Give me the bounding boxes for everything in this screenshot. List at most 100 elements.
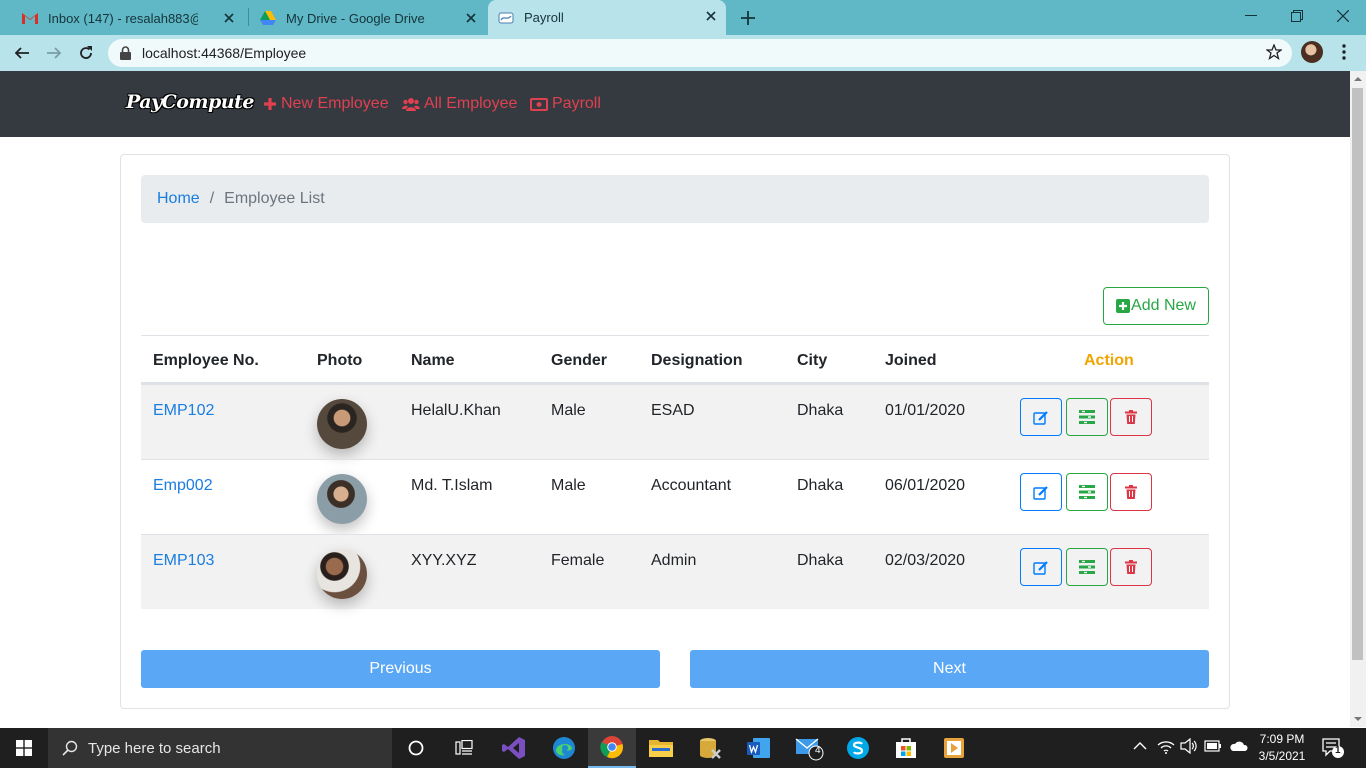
taskbar-word[interactable] xyxy=(735,728,783,768)
header-employee-no: Employee No. xyxy=(153,352,259,369)
employee-designation: ESAD xyxy=(651,402,695,419)
taskbar-visual-studio[interactable] xyxy=(490,728,538,768)
nav-payroll[interactable]: Payroll xyxy=(530,95,601,113)
header-name: Name xyxy=(411,352,455,369)
clock-time: 7:09 PM xyxy=(1259,732,1305,746)
browser-tab-strip: Inbox (147) - resalah883@gmail.c My Driv… xyxy=(0,0,1366,35)
tab-payroll[interactable]: Payroll xyxy=(488,0,726,35)
minimize-button[interactable] xyxy=(1228,0,1274,32)
header-city: City xyxy=(797,352,828,369)
tab-google-drive[interactable]: My Drive - Google Drive xyxy=(250,2,486,34)
edit-icon xyxy=(1033,560,1048,575)
browser-toolbar: localhost:44368/Employee xyxy=(0,35,1366,71)
scroll-down-icon[interactable] xyxy=(1353,715,1363,723)
mail-badge: 4 xyxy=(815,745,821,756)
back-arrow-icon xyxy=(14,47,29,59)
taskbar-skype[interactable] xyxy=(834,728,882,768)
gmail-icon xyxy=(22,13,38,24)
delete-button[interactable] xyxy=(1110,398,1152,436)
search-icon xyxy=(62,740,78,756)
profile-avatar[interactable] xyxy=(1301,41,1323,63)
detail-button[interactable] xyxy=(1066,473,1108,511)
payroll-favicon xyxy=(498,12,514,23)
forward-button[interactable] xyxy=(42,41,66,65)
lock-icon xyxy=(120,46,131,60)
windows-logo-icon xyxy=(16,740,32,756)
brand-logo[interactable]: PayCompute xyxy=(126,91,255,113)
chevron-up-icon[interactable] xyxy=(1133,741,1147,751)
close-tab-icon[interactable] xyxy=(704,9,718,23)
app-navbar: PayCompute New Employee All Employee Pay… xyxy=(0,71,1350,137)
list-detail-icon xyxy=(1079,560,1095,574)
reload-button[interactable] xyxy=(74,41,98,65)
employee-photo xyxy=(317,399,367,449)
task-view-button[interactable] xyxy=(440,728,488,768)
employee-designation: Accountant xyxy=(651,477,732,494)
taskbar-search-box[interactable]: Type here to search xyxy=(48,728,392,768)
tab-title: My Drive - Google Drive xyxy=(286,10,425,26)
breadcrumb-current: Employee List xyxy=(224,190,325,207)
url-text: localhost:44368/Employee xyxy=(142,45,307,61)
taskbar-clock[interactable]: 7:09 PM 3/5/2021 xyxy=(1254,731,1310,765)
taskbar-store[interactable] xyxy=(882,728,930,768)
employee-no-link[interactable]: EMP103 xyxy=(153,552,214,570)
tab-gmail[interactable]: Inbox (147) - resalah883@gmail.c xyxy=(12,2,244,34)
wifi-icon[interactable] xyxy=(1157,738,1175,754)
bookmark-star-icon[interactable] xyxy=(1266,44,1282,60)
users-icon xyxy=(402,97,420,111)
add-new-button[interactable]: Add New xyxy=(1103,287,1209,325)
browser-menu-icon[interactable] xyxy=(1340,42,1348,62)
detail-button[interactable] xyxy=(1066,548,1108,586)
header-joined: Joined xyxy=(885,352,937,369)
search-placeholder: Type here to search xyxy=(88,739,221,757)
task-view-icon xyxy=(455,740,473,755)
tab-title: Payroll xyxy=(524,10,564,25)
nav-all-employee[interactable]: All Employee xyxy=(402,95,517,113)
employee-table: Employee No. Photo Name Gender Designati… xyxy=(141,335,1209,609)
header-gender: Gender xyxy=(551,352,608,369)
next-button[interactable]: Next xyxy=(690,650,1209,688)
nav-new-employee[interactable]: New Employee xyxy=(263,95,389,113)
edit-icon xyxy=(1033,485,1048,500)
detail-button[interactable] xyxy=(1066,398,1108,436)
edit-button[interactable] xyxy=(1020,398,1062,436)
notification-center-button[interactable]: 1 xyxy=(1322,738,1344,758)
scrollbar-thumb[interactable] xyxy=(1352,88,1363,660)
table-row: EMP103 XYY.XYZ Female Admin Dhaka 02/03/… xyxy=(141,534,1209,609)
new-tab-icon[interactable] xyxy=(738,8,758,28)
taskbar-mail[interactable]: 4 xyxy=(786,728,834,768)
delete-button[interactable] xyxy=(1110,548,1152,586)
volume-icon[interactable] xyxy=(1180,738,1198,754)
taskbar-file-explorer[interactable] xyxy=(637,728,685,768)
taskbar-edge[interactable] xyxy=(540,728,588,768)
employee-joined: 01/01/2020 xyxy=(885,402,966,419)
employee-no-link[interactable]: Emp002 xyxy=(153,477,213,495)
list-detail-icon xyxy=(1079,485,1095,499)
start-button[interactable] xyxy=(0,728,48,768)
delete-button[interactable] xyxy=(1110,473,1152,511)
close-tab-icon[interactable] xyxy=(222,11,236,25)
back-button[interactable] xyxy=(10,41,34,65)
tab-separator xyxy=(248,8,249,26)
onedrive-icon[interactable] xyxy=(1228,738,1248,754)
close-tab-icon[interactable] xyxy=(464,11,478,25)
trash-icon xyxy=(1125,410,1137,424)
scroll-up-icon[interactable] xyxy=(1353,75,1363,83)
breadcrumb-home-link[interactable]: Home xyxy=(157,190,200,208)
taskbar-sql-tool[interactable] xyxy=(686,728,734,768)
address-bar[interactable]: localhost:44368/Employee xyxy=(108,39,1292,67)
battery-icon[interactable] xyxy=(1204,738,1222,754)
taskbar-chrome[interactable] xyxy=(588,728,636,768)
web-page: PayCompute New Employee All Employee Pay… xyxy=(0,71,1350,727)
employee-photo xyxy=(317,474,367,524)
close-window-button[interactable] xyxy=(1320,0,1366,32)
breadcrumb-separator: / xyxy=(209,190,215,207)
restore-button[interactable] xyxy=(1274,0,1320,32)
previous-button[interactable]: Previous xyxy=(141,650,660,688)
cortana-button[interactable] xyxy=(392,728,440,768)
trash-icon xyxy=(1125,485,1137,499)
edit-button[interactable] xyxy=(1020,548,1062,586)
employee-no-link[interactable]: EMP102 xyxy=(153,402,214,420)
edit-button[interactable] xyxy=(1020,473,1062,511)
taskbar-media-player[interactable] xyxy=(930,728,978,768)
